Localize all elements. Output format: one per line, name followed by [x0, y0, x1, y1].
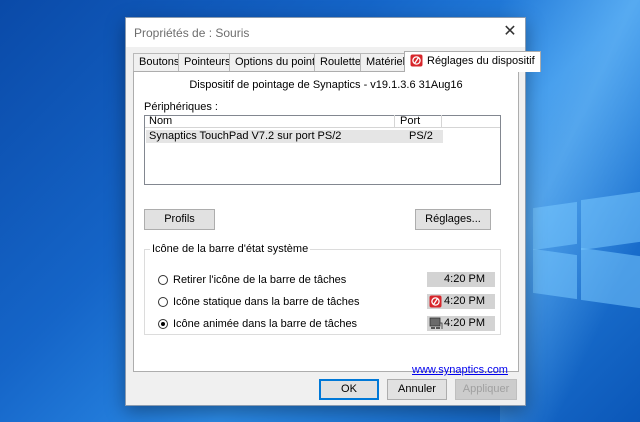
- radio-button[interactable]: [158, 297, 168, 307]
- column-header-port[interactable]: Port: [396, 115, 442, 128]
- windows-logo-pane: [533, 201, 577, 251]
- windows-logo-pane: [581, 247, 640, 309]
- tray-preview: 4:20 PM: [427, 294, 495, 309]
- profils-button[interactable]: Profils: [144, 209, 215, 230]
- tray-time: 4:20 PM: [444, 273, 485, 285]
- tray-time: 4:20 PM: [444, 295, 485, 307]
- reglages-button[interactable]: Réglages...: [415, 209, 491, 230]
- title-bar[interactable]: Propriétés de : Souris ✕: [126, 18, 525, 47]
- device-name: Synaptics TouchPad V7.2 sur port PS/2: [149, 130, 342, 142]
- ok-button[interactable]: OK: [319, 379, 379, 400]
- device-version-text: Dispositif de pointage de Synaptics - v1…: [189, 79, 463, 91]
- list-header: Nom Port: [145, 115, 500, 128]
- radio-label[interactable]: Icône animée dans la barre de tâches: [173, 318, 357, 330]
- column-header-name[interactable]: Nom: [145, 115, 395, 128]
- close-icon: ✕: [503, 23, 517, 40]
- radio-button-checked[interactable]: [158, 319, 168, 329]
- peripherals-label: Périphériques :: [144, 101, 218, 113]
- peripherals-list[interactable]: Nom Port Synaptics TouchPad V7.2 sur por…: [144, 115, 501, 185]
- radio-label[interactable]: Retirer l'icône de la barre de tâches: [173, 274, 346, 286]
- device-port: PS/2: [409, 130, 433, 142]
- radio-label[interactable]: Icône statique dans la barre de tâches: [173, 296, 360, 308]
- touchpad-animated-icon: [429, 317, 443, 333]
- tab-label: Réglages du dispositif: [427, 55, 535, 67]
- list-item[interactable]: Synaptics TouchPad V7.2 sur port PS/2 PS…: [146, 130, 443, 143]
- tray-time: 4:20 PM: [444, 317, 485, 329]
- synaptics-icon: [429, 295, 442, 311]
- synaptics-website-link[interactable]: www.synaptics.com: [412, 364, 508, 376]
- close-button[interactable]: ✕: [495, 18, 525, 47]
- tab-reglages-dispositif[interactable]: Réglages du dispositif: [404, 51, 541, 72]
- cancel-button[interactable]: Annuler: [387, 379, 447, 400]
- radio-button[interactable]: [158, 275, 168, 285]
- tray-preview: 4:20 PM: [427, 272, 495, 287]
- mouse-properties-dialog: Propriétés de : Souris ✕ Boutons Pointeu…: [125, 17, 541, 406]
- tab-pointeurs[interactable]: Pointeurs: [178, 53, 237, 71]
- device-settings-panel: Dispositif de pointage de Synaptics - v1…: [133, 71, 519, 376]
- apply-button[interactable]: Appliquer: [455, 379, 517, 400]
- synaptics-icon: [410, 54, 423, 74]
- windows-logo-pane: [533, 248, 577, 300]
- tray-icon-groupbox: Icône de la barre d'état système Retirer…: [144, 243, 501, 335]
- windows-logo-pane: [581, 191, 640, 251]
- window-title: Propriétés de : Souris: [134, 26, 250, 40]
- tray-preview: 4:20 PM: [427, 316, 495, 331]
- group-legend: Icône de la barre d'état système: [150, 243, 311, 255]
